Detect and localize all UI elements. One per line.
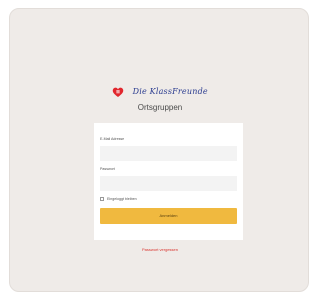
page-subtitle: Ortsgruppen bbox=[137, 103, 183, 112]
email-field[interactable] bbox=[100, 146, 237, 161]
remember-label[interactable]: Eingeloggt bleiben bbox=[107, 197, 137, 201]
logo-text: Die KlassFreunde bbox=[132, 87, 208, 97]
email-label: E-Mail Adresse bbox=[100, 137, 125, 141]
login-page-frame: Die KlassFreunde Ortsgruppen E-Mail Adre… bbox=[9, 8, 309, 292]
remember-row: Eingeloggt bleiben bbox=[100, 195, 137, 203]
login-card: E-Mail Adresse Passwort Eingeloggt bleib… bbox=[94, 123, 243, 240]
password-field[interactable] bbox=[100, 176, 237, 191]
password-label: Passwort bbox=[100, 167, 115, 171]
forgot-password-link[interactable]: Passwort vergessen bbox=[10, 247, 310, 252]
login-button[interactable]: Anmelden bbox=[100, 208, 237, 224]
brand-logo: Die KlassFreunde bbox=[10, 83, 310, 99]
heart-icon bbox=[112, 87, 124, 97]
remember-checkbox[interactable] bbox=[100, 197, 104, 201]
